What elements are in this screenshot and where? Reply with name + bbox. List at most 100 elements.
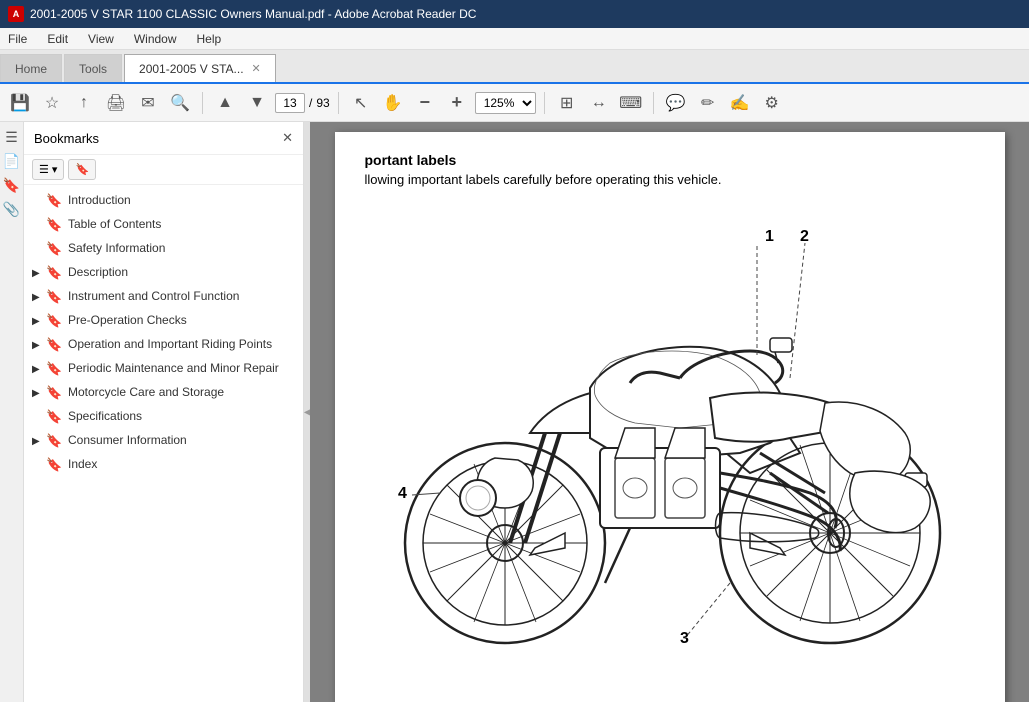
tab-close-icon[interactable]: ✕ — [252, 62, 261, 75]
label-3: 3 — [680, 630, 689, 647]
sidebar: Bookmarks ✕ ☰ ▾ 🔖 🔖 Introduction 🔖 Table… — [24, 122, 304, 702]
sign-button[interactable]: ✍ — [726, 89, 754, 117]
bookmark-icon-care: 🔖 — [46, 385, 62, 401]
bookmark-item-consumer[interactable]: ▶ 🔖 Consumer Information — [24, 429, 303, 453]
bookmark-label-maintenance: Periodic Maintenance and Minor Repair — [68, 361, 295, 377]
app-icon: A — [8, 6, 24, 22]
bookmark-icon-specifications: 🔖 — [46, 409, 62, 425]
pen-button[interactable]: ✏ — [694, 89, 722, 117]
bookmark-item-instrument[interactable]: ▶ 🔖 Instrument and Control Function — [24, 285, 303, 309]
page-navigation: / 93 — [275, 93, 330, 113]
cursor-tool-button[interactable]: ↖ — [347, 89, 375, 117]
menu-view[interactable]: View — [84, 31, 118, 47]
more-tools-button[interactable]: ⚙ — [758, 89, 786, 117]
tab-document[interactable]: 2001-2005 V STA... ✕ — [124, 54, 276, 82]
label-1: 1 — [765, 228, 774, 245]
zoom-in-button[interactable]: + — [443, 89, 471, 117]
menu-file[interactable]: File — [4, 31, 31, 47]
hand-tool-button[interactable]: ✋ — [379, 89, 407, 117]
tab-home[interactable]: Home — [0, 54, 62, 82]
window-title: 2001-2005 V STAR 1100 CLASSIC Owners Man… — [30, 7, 476, 21]
panel-btn-bookmarks[interactable]: 🔖 — [1, 174, 23, 196]
tab-bar: Home Tools 2001-2005 V STA... ✕ — [0, 50, 1029, 84]
separator-3 — [544, 92, 545, 114]
chevron-pre-operation[interactable]: ▶ — [32, 316, 46, 327]
separator-2 — [338, 92, 339, 114]
bookmark-label-description: Description — [68, 265, 295, 281]
motorcycle-diagram: 1 2 3 4 — [365, 203, 975, 663]
bookmark-icon-introduction: 🔖 — [46, 193, 62, 209]
bookmark-label-care: Motorcycle Care and Storage — [68, 385, 295, 401]
separator-1 — [202, 92, 203, 114]
sidebar-header: Bookmarks ✕ — [24, 122, 303, 155]
print-button[interactable]: 🖨 — [102, 89, 130, 117]
bookmark-item-care[interactable]: ▶ 🔖 Motorcycle Care and Storage — [24, 381, 303, 405]
bookmark-item-toc[interactable]: 🔖 Table of Contents — [24, 213, 303, 237]
bookmark-options-button[interactable]: ☰ ▾ — [32, 159, 64, 180]
keyboard-button[interactable]: ⌨ — [617, 89, 645, 117]
menu-edit[interactable]: Edit — [43, 31, 72, 47]
chevron-description[interactable]: ▶ — [32, 268, 46, 279]
page-separator: / — [309, 96, 312, 110]
chevron-maintenance[interactable]: ▶ — [32, 364, 46, 375]
bookmark-item-description[interactable]: ▶ 🔖 Description — [24, 261, 303, 285]
left-panel: ☰ 📄 🔖 📎 — [0, 122, 24, 702]
zoom-select[interactable]: 50% 75% 100% 125% 150% 200% — [475, 92, 536, 114]
panel-btn-attachments[interactable]: 📎 — [1, 198, 23, 220]
motorcycle-svg: 1 2 3 4 — [370, 203, 970, 663]
toolbar: 💾 ☆ ↑ 🖨 ✉ 🔍 ▲ ▼ / 93 ↖ ✋ − + 50% 75% 100… — [0, 84, 1029, 122]
zoom-out-button[interactable]: − — [411, 89, 439, 117]
bookmark-item-introduction[interactable]: 🔖 Introduction — [24, 189, 303, 213]
bookmark-item-operation[interactable]: ▶ 🔖 Operation and Important Riding Point… — [24, 333, 303, 357]
chevron-operation[interactable]: ▶ — [32, 340, 46, 351]
bookmark-label-safety: Safety Information — [68, 241, 295, 257]
bookmark-item-index[interactable]: 🔖 Index — [24, 453, 303, 477]
label-2: 2 — [800, 228, 809, 245]
email-button[interactable]: ✉ — [134, 89, 162, 117]
prev-page-button[interactable]: ▲ — [211, 89, 239, 117]
sidebar-toolbar: ☰ ▾ 🔖 — [24, 155, 303, 185]
bookmark-icon-maintenance: 🔖 — [46, 361, 62, 377]
bookmark-item-maintenance[interactable]: ▶ 🔖 Periodic Maintenance and Minor Repai… — [24, 357, 303, 381]
chevron-care[interactable]: ▶ — [32, 388, 46, 399]
content-area: portant labels llowing important labels … — [310, 122, 1029, 702]
bookmark-label-operation: Operation and Important Riding Points — [68, 337, 295, 353]
menu-window[interactable]: Window — [130, 31, 181, 47]
pdf-subtext: llowing important labels carefully befor… — [365, 172, 975, 187]
main-layout: ☰ 📄 🔖 📎 Bookmarks ✕ ☰ ▾ 🔖 🔖 Introduction… — [0, 122, 1029, 702]
label-4: 4 — [398, 485, 407, 502]
panel-btn-layers[interactable]: ☰ — [1, 126, 23, 148]
page-number-input[interactable] — [275, 93, 305, 113]
chevron-instrument[interactable]: ▶ — [32, 292, 46, 303]
bookmark-label-toc: Table of Contents — [68, 217, 295, 233]
search-zoom-button[interactable]: 🔍 — [166, 89, 194, 117]
bookmark-button[interactable]: ☆ — [38, 89, 66, 117]
menu-bar: File Edit View Window Help — [0, 28, 1029, 50]
bookmark-label-instrument: Instrument and Control Function — [68, 289, 295, 305]
add-bookmark-button[interactable]: 🔖 — [68, 159, 96, 180]
menu-help[interactable]: Help — [193, 31, 226, 47]
chevron-consumer[interactable]: ▶ — [32, 436, 46, 447]
share-button[interactable]: ↑ — [70, 89, 98, 117]
comment-button[interactable]: 💬 — [662, 89, 690, 117]
bookmark-item-specifications[interactable]: 🔖 Specifications — [24, 405, 303, 429]
tab-tools[interactable]: Tools — [64, 54, 122, 82]
sidebar-title: Bookmarks — [34, 131, 99, 146]
bookmark-icon-description: 🔖 — [46, 265, 62, 281]
pdf-heading: portant labels — [365, 152, 975, 168]
bookmark-icon-operation: 🔖 — [46, 337, 62, 353]
save-button[interactable]: 💾 — [6, 89, 34, 117]
bookmark-item-pre-operation[interactable]: ▶ 🔖 Pre-Operation Checks — [24, 309, 303, 333]
bookmark-list: 🔖 Introduction 🔖 Table of Contents 🔖 Saf… — [24, 185, 303, 702]
bookmark-icon-safety: 🔖 — [46, 241, 62, 257]
sidebar-close-button[interactable]: ✕ — [282, 130, 293, 146]
pdf-page: portant labels llowing important labels … — [335, 132, 1005, 702]
panel-btn-pages[interactable]: 📄 — [1, 150, 23, 172]
bookmark-item-safety[interactable]: 🔖 Safety Information — [24, 237, 303, 261]
fit-width-button[interactable]: ↔ — [585, 89, 613, 117]
bookmark-icon-index: 🔖 — [46, 457, 62, 473]
separator-4 — [653, 92, 654, 114]
page-total: 93 — [316, 96, 329, 110]
fit-page-button[interactable]: ⊞ — [553, 89, 581, 117]
next-page-button[interactable]: ▼ — [243, 89, 271, 117]
